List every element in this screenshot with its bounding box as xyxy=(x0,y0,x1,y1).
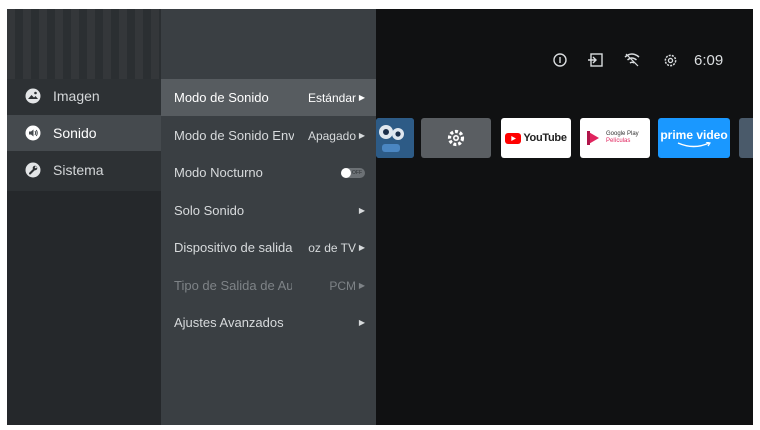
category-label: Imagen xyxy=(53,88,100,104)
menu-item-label: Modo Nocturno xyxy=(174,165,263,180)
category-sistema[interactable]: Sistema xyxy=(7,152,161,188)
google-play-movies-app-tile[interactable]: Google Play Películas xyxy=(580,118,650,158)
app-tile-partial-right[interactable] xyxy=(739,118,753,158)
wrench-icon xyxy=(25,162,41,178)
category-sonido[interactable]: Sonido xyxy=(7,115,161,151)
prime-video-app-tile[interactable]: prime video xyxy=(658,118,730,158)
google-play-label-line1: Google Play xyxy=(606,131,639,137)
tv-screen: 6:09 YouTube Google Play Películas prime… xyxy=(7,9,753,425)
speaker-icon xyxy=(25,125,41,141)
menu-item-value: oz de TV xyxy=(308,240,356,255)
image-icon xyxy=(25,88,41,104)
menu-item-value: Estándar xyxy=(307,90,356,105)
google-play-label-line2: Películas xyxy=(606,138,631,144)
settings-gear-icon[interactable] xyxy=(663,53,678,73)
menu-item-label: Modo de Sonido xyxy=(174,90,269,105)
menu-item-output-device[interactable]: Dispositivo de salida oz de TV ▶ xyxy=(161,229,376,266)
menu-item-value: Apagado xyxy=(307,128,356,143)
input-source-icon[interactable] xyxy=(587,53,603,72)
category-label: Sonido xyxy=(53,125,97,141)
toggle-knob xyxy=(341,167,351,178)
menu-item-surround-mode[interactable]: Modo de Sonido Envolvente Apagado ▶ xyxy=(161,117,376,154)
menu-item-night-mode[interactable]: Modo Nocturno OFF xyxy=(161,154,376,191)
menu-item-label: Dispositivo de salida xyxy=(174,240,293,255)
menu-item-sound-only[interactable]: Solo Sonido ▶ xyxy=(161,192,376,229)
panel-header-texture xyxy=(7,9,161,79)
google-play-movies-icon xyxy=(587,131,599,145)
settings-app-tile[interactable] xyxy=(421,118,491,158)
google-play-movies-label: Google Play Películas xyxy=(606,131,639,145)
settings-gear-icon xyxy=(447,129,465,147)
menu-item-label: Tipo de Salida de Audio xyxy=(174,278,292,293)
youtube-app-tile[interactable]: YouTube xyxy=(501,118,571,158)
menu-item-label: Ajustes Avanzados xyxy=(174,315,284,330)
chevron-right-icon: ▶ xyxy=(358,281,365,290)
prime-video-smile-icon xyxy=(677,142,711,148)
category-panel-footer xyxy=(7,191,161,425)
youtube-icon xyxy=(505,132,522,144)
mascot-app-icon xyxy=(376,118,414,158)
menu-item-advanced-settings[interactable]: Ajustes Avanzados ▶ xyxy=(161,304,376,341)
wifi-icon[interactable] xyxy=(624,53,640,72)
category-label: Sistema xyxy=(53,162,104,178)
menu-item-sound-mode[interactable]: Modo de Sonido Estándar ▶ xyxy=(161,79,376,116)
category-panel: Imagen Sonido Sistema xyxy=(7,9,161,425)
prime-video-label: prime video xyxy=(660,128,728,142)
youtube-label: YouTube xyxy=(523,132,567,144)
chevron-right-icon: ▶ xyxy=(358,206,365,215)
chevron-right-icon: ▶ xyxy=(358,318,365,327)
chevron-right-icon: ▶ xyxy=(358,93,365,102)
chevron-right-icon: ▶ xyxy=(358,243,365,252)
night-mode-toggle[interactable]: OFF xyxy=(341,167,365,178)
chevron-right-icon: ▶ xyxy=(358,131,365,140)
menu-item-label: Modo de Sonido Envolvente xyxy=(174,128,294,143)
app-tile-partial[interactable] xyxy=(376,118,414,158)
menu-item-value: PCM xyxy=(329,278,356,293)
menu-item-audio-output-type: Tipo de Salida de Audio PCM ▶ xyxy=(161,267,376,304)
menu-item-label: Solo Sonido xyxy=(174,203,245,218)
info-icon[interactable] xyxy=(553,53,567,72)
sound-submenu-panel: Modo de Sonido Estándar ▶ Modo de Sonido… xyxy=(161,9,376,425)
category-imagen[interactable]: Imagen xyxy=(7,78,161,114)
toggle-state-label: OFF xyxy=(352,169,362,176)
clock-time: 6:09 xyxy=(694,52,724,69)
